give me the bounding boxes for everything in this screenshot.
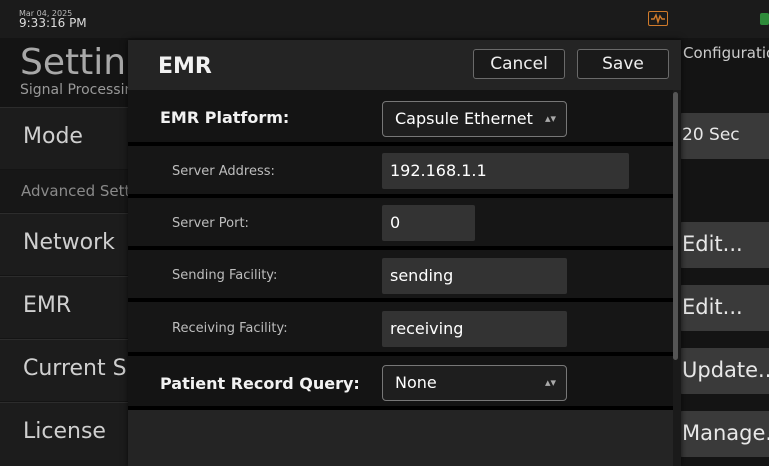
- patient-query-select[interactable]: None ▴▾: [382, 365, 567, 401]
- row-label: Current S: [23, 356, 127, 381]
- row-label: EMR: [23, 293, 72, 318]
- form-row-server-address: Server Address: 192.168.1.1: [128, 146, 673, 196]
- form-row-server-port: Server Port: 0: [128, 198, 673, 248]
- form-footer-space: [128, 410, 673, 466]
- form-row-receiving-facility: Receiving Facility: receiving: [128, 302, 673, 354]
- patient-query-label: Patient Record Query:: [160, 374, 360, 393]
- button-label: Edit...: [682, 232, 743, 256]
- status-bar: Mar 04, 2025 9:33:16 PM: [0, 0, 769, 38]
- button-label: Update...: [682, 358, 769, 382]
- settings-row-mode[interactable]: Mode: [0, 107, 128, 169]
- chevron-updown-icon: ▴▾: [544, 112, 556, 125]
- chevron-updown-icon: ▴▾: [544, 376, 556, 389]
- patient-query-value: None: [395, 373, 437, 392]
- receiving-facility-input[interactable]: receiving: [382, 311, 567, 347]
- update-button[interactable]: Update...: [678, 348, 769, 394]
- receiving-facility-label: Receiving Facility:: [172, 321, 288, 336]
- settings-row-license[interactable]: License: [0, 402, 128, 466]
- server-port-input[interactable]: 0: [382, 205, 475, 241]
- save-button[interactable]: Save: [577, 49, 669, 79]
- row-label: Network: [23, 230, 115, 255]
- emr-edit-button[interactable]: Edit...: [678, 285, 769, 331]
- form-row-platform: EMR Platform: Capsule Ethernet ▴▾: [128, 90, 673, 144]
- button-label: Manage...: [682, 421, 769, 445]
- section-advanced: Advanced Settings: [0, 170, 161, 212]
- form-area: EMR Platform: Capsule Ethernet ▴▾ Server…: [128, 90, 673, 466]
- status-time: 9:33:16 PM: [19, 16, 87, 30]
- tab-configuration[interactable]: Configuration: [683, 44, 769, 62]
- waveform-icon[interactable]: [648, 11, 668, 26]
- server-address-input[interactable]: 192.168.1.1: [382, 153, 629, 189]
- cancel-button[interactable]: Cancel: [473, 49, 565, 79]
- sending-facility-input[interactable]: sending: [382, 258, 567, 294]
- network-edit-button[interactable]: Edit...: [678, 222, 769, 268]
- platform-value: Capsule Ethernet: [395, 109, 533, 128]
- dialog-title: EMR: [158, 54, 212, 79]
- emr-dialog: EMR Cancel Save EMR Platform: Capsule Et…: [128, 40, 681, 466]
- button-label: Edit...: [682, 295, 743, 319]
- platform-select[interactable]: Capsule Ethernet ▴▾: [382, 101, 567, 137]
- scrollbar-thumb[interactable]: [673, 92, 678, 360]
- form-row-sending-facility: Sending Facility: sending: [128, 250, 673, 300]
- battery-icon: [760, 13, 769, 25]
- row-label: License: [23, 419, 106, 444]
- form-row-patient-query: Patient Record Query: None ▴▾: [128, 356, 673, 408]
- sending-facility-label: Sending Facility:: [172, 268, 278, 283]
- server-address-label: Server Address:: [172, 164, 275, 179]
- settings-row-current[interactable]: Current S: [0, 339, 128, 401]
- settings-row-network[interactable]: Network: [0, 213, 128, 275]
- platform-label: EMR Platform:: [160, 108, 290, 127]
- mode-value: 20 Sec: [682, 125, 740, 145]
- manage-button[interactable]: Manage...: [678, 411, 769, 457]
- server-port-label: Server Port:: [172, 216, 249, 231]
- page-subtitle: Signal Processing: [20, 82, 143, 98]
- row-label: Mode: [23, 124, 83, 149]
- settings-row-emr[interactable]: EMR: [0, 276, 128, 338]
- mode-value-select[interactable]: 20 Sec: [678, 113, 769, 159]
